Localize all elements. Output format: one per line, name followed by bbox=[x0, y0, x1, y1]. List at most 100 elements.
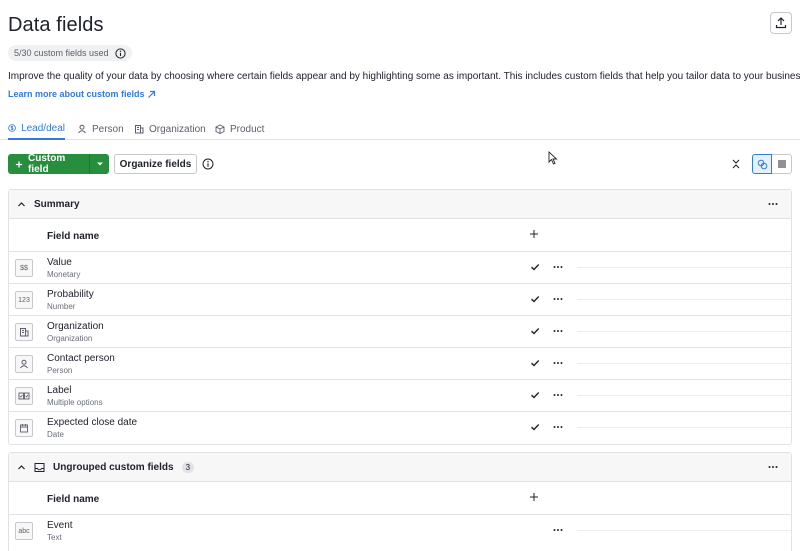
group-header[interactable]: Ungrouped custom fields 3 bbox=[9, 453, 791, 482]
row-divider bbox=[577, 427, 791, 428]
table-row[interactable]: $$ Value Monetary bbox=[9, 252, 791, 284]
field-type: Date bbox=[47, 430, 64, 439]
tab-lead-deal[interactable]: Lead/deal bbox=[8, 118, 65, 140]
number-icon: 123 bbox=[15, 291, 33, 309]
tab-person[interactable]: Person bbox=[77, 118, 124, 140]
table-row[interactable]: Organization Organization bbox=[9, 316, 791, 348]
tab-label: Product bbox=[230, 123, 265, 135]
mouse-cursor-icon bbox=[548, 151, 558, 165]
person-icon bbox=[78, 124, 86, 134]
building-icon bbox=[135, 125, 144, 134]
monetary-icon: $$ bbox=[15, 259, 33, 277]
box-icon bbox=[215, 124, 225, 134]
ungrouped-custom-fields-group: Ungrouped custom fields 3 Field name abc… bbox=[8, 452, 792, 551]
organize-info-button[interactable] bbox=[202, 158, 214, 173]
field-name-header: Field name bbox=[47, 231, 100, 242]
check-icon bbox=[531, 392, 540, 399]
tab-label: Lead/deal bbox=[21, 122, 65, 134]
more-options-icon[interactable] bbox=[552, 389, 564, 401]
calendar-icon bbox=[15, 419, 33, 437]
table-row[interactable]: 123 Probability Number bbox=[9, 284, 791, 316]
plus-icon bbox=[15, 160, 23, 168]
field-type: Multiple options bbox=[47, 398, 103, 407]
field-name: Organization bbox=[47, 321, 104, 332]
row-divider bbox=[577, 530, 791, 531]
column-header: Field name bbox=[9, 219, 791, 252]
more-options-icon[interactable] bbox=[552, 421, 564, 433]
field-name-header: Field name bbox=[47, 494, 100, 505]
page-header: Data fields bbox=[8, 12, 792, 37]
field-name: Probability bbox=[47, 289, 94, 300]
table-row[interactable]: Label Multiple options bbox=[9, 380, 791, 412]
field-type: Text bbox=[47, 533, 62, 542]
field-name: Contact person bbox=[47, 353, 115, 364]
caret-down-icon bbox=[96, 162, 103, 166]
more-options-icon[interactable] bbox=[552, 261, 564, 273]
more-options-icon[interactable] bbox=[767, 198, 779, 210]
list-icon bbox=[777, 160, 786, 168]
entity-tabs: Lead/deal Person Organization Product bbox=[0, 118, 800, 140]
dollar-circle-icon bbox=[8, 124, 16, 132]
tab-organization[interactable]: Organization bbox=[134, 118, 206, 140]
collapse-all-button[interactable] bbox=[726, 154, 746, 174]
row-divider bbox=[577, 267, 791, 268]
field-name: Value bbox=[47, 257, 72, 268]
field-name: Expected close date bbox=[47, 417, 138, 428]
tab-label: Organization bbox=[149, 123, 206, 135]
count-badge: 3 bbox=[181, 461, 195, 473]
check-icon bbox=[531, 360, 540, 367]
info-icon[interactable] bbox=[114, 47, 126, 59]
add-field-icon[interactable] bbox=[529, 492, 539, 502]
table-row[interactable]: abc Event Text bbox=[9, 515, 791, 547]
field-type: Monetary bbox=[47, 270, 81, 279]
group-header[interactable]: Summary bbox=[9, 190, 791, 219]
external-link-icon bbox=[147, 90, 155, 98]
custom-field-split-button: Custom field bbox=[8, 154, 109, 174]
usage-badge: 5/30 custom fields used bbox=[8, 45, 132, 61]
check-icon bbox=[531, 296, 540, 303]
inbox-icon bbox=[34, 462, 45, 472]
custom-field-label: Custom field bbox=[28, 154, 66, 174]
export-button[interactable] bbox=[770, 12, 792, 34]
tab-label: Person bbox=[92, 123, 124, 135]
table-row[interactable]: Expected close date Date bbox=[9, 412, 791, 444]
tab-product[interactable]: Product bbox=[215, 118, 264, 140]
page-description: Improve the quality of your data by choo… bbox=[8, 71, 800, 82]
group-title: Summary bbox=[34, 198, 80, 210]
field-type: Number bbox=[47, 302, 76, 311]
info-icon bbox=[202, 158, 214, 170]
row-divider bbox=[577, 363, 791, 364]
building-icon bbox=[15, 323, 33, 341]
check-icon bbox=[531, 264, 540, 271]
view-toggle bbox=[752, 154, 792, 174]
more-options-icon[interactable] bbox=[552, 293, 564, 305]
groups-icon bbox=[757, 159, 767, 169]
more-options-icon[interactable] bbox=[552, 357, 564, 369]
field-type: Person bbox=[47, 366, 73, 375]
learn-more-link[interactable]: Learn more about custom fields bbox=[8, 89, 156, 99]
learn-more-label: Learn more about custom fields bbox=[8, 89, 145, 99]
text-icon: abc bbox=[15, 522, 33, 540]
field-name: Event bbox=[47, 520, 73, 531]
list-view-button[interactable] bbox=[772, 154, 792, 174]
row-divider bbox=[577, 395, 791, 396]
check-icon bbox=[531, 328, 540, 335]
organize-fields-button[interactable]: Organize fields bbox=[114, 154, 197, 174]
chevron-up-icon[interactable] bbox=[17, 200, 26, 209]
row-divider bbox=[577, 331, 791, 332]
row-divider bbox=[577, 299, 791, 300]
collapse-icon bbox=[732, 159, 740, 169]
field-type: Organization bbox=[47, 334, 93, 343]
more-options-icon[interactable] bbox=[767, 461, 779, 473]
table-row[interactable]: Contact person Person bbox=[9, 348, 791, 380]
grouped-view-button[interactable] bbox=[752, 154, 772, 174]
more-options-icon[interactable] bbox=[552, 524, 564, 536]
add-custom-field-button[interactable]: Custom field bbox=[8, 154, 89, 174]
chevron-up-icon[interactable] bbox=[17, 463, 26, 472]
upload-icon bbox=[775, 17, 787, 29]
add-field-icon[interactable] bbox=[529, 229, 539, 239]
usage-text: 5/30 custom fields used bbox=[14, 48, 109, 58]
field-name: Label bbox=[47, 385, 72, 396]
custom-field-dropdown-button[interactable] bbox=[89, 154, 109, 174]
more-options-icon[interactable] bbox=[552, 325, 564, 337]
